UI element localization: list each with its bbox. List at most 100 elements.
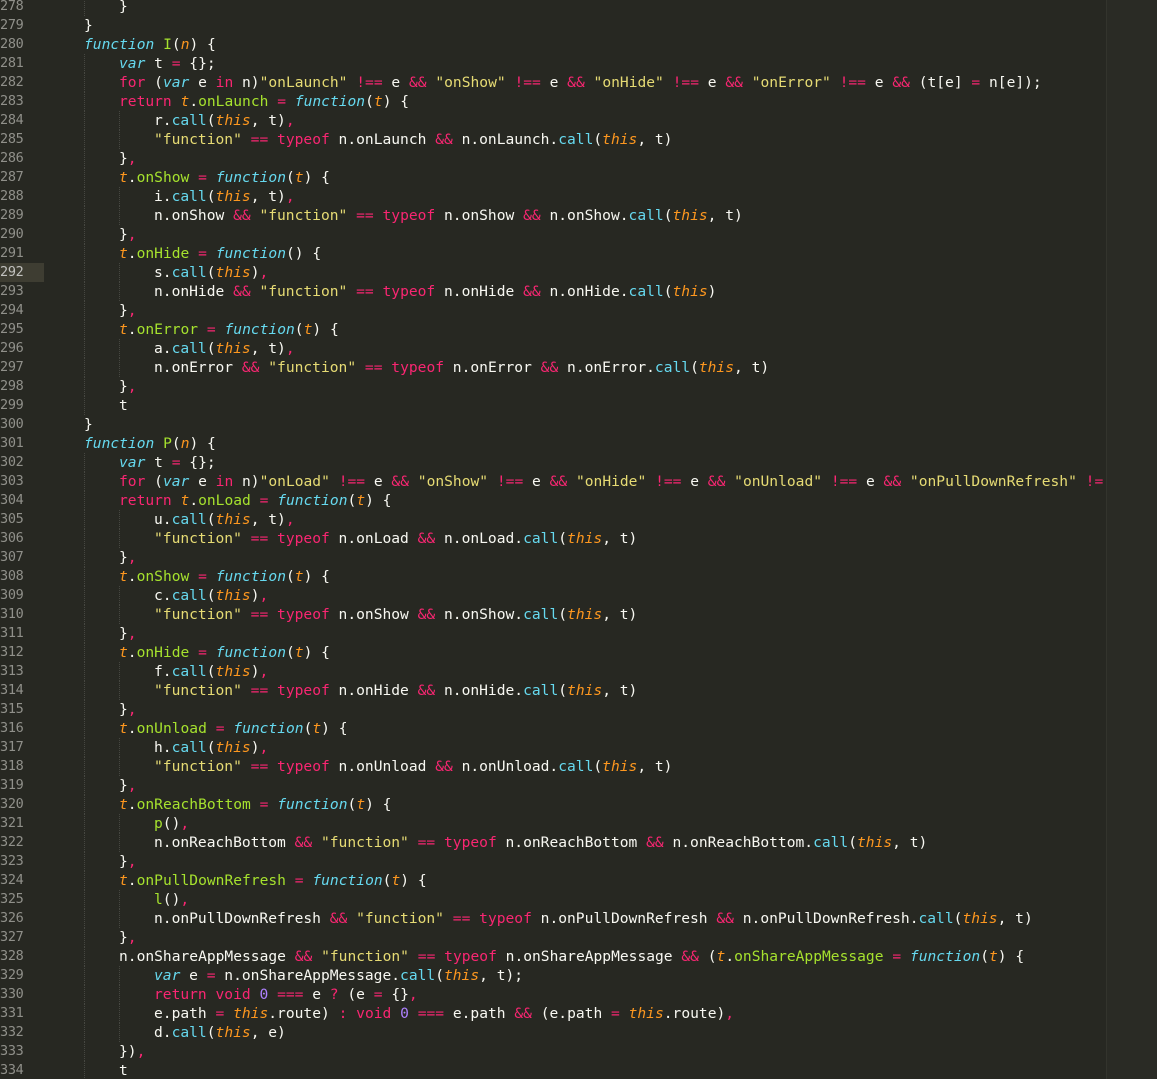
code-line[interactable]: t (119, 1061, 128, 1079)
code-line[interactable]: f.call(this), (154, 662, 268, 681)
indent-guide (84, 833, 85, 852)
code-line[interactable]: s.call(this), (154, 263, 268, 282)
code-line[interactable]: }, (119, 624, 137, 643)
code-line[interactable]: t.onReachBottom = function(t) { (119, 795, 391, 814)
code-line[interactable]: "function" == typeof n.onShow && n.onSho… (154, 605, 637, 624)
code-line[interactable]: return void 0 === e ? (e = {}, (154, 985, 418, 1004)
code-line[interactable]: l(), (154, 890, 189, 909)
indent-guide (119, 662, 120, 681)
code-line[interactable]: p(), (154, 814, 189, 833)
code-token: n.onShow (154, 207, 234, 224)
code-editor[interactable]: 278 279 280 281 282 283 284 285 286 287 288 289 290 2… (0, 0, 1157, 1079)
code-line[interactable]: e.path = this.route) : void 0 === e.path… (154, 1004, 734, 1023)
code-line[interactable]: var e = n.onShareAppMessage.call(this, t… (154, 966, 523, 985)
code-line[interactable]: "function" == typeof n.onLaunch && n.onL… (154, 130, 672, 149)
code-token: && (391, 473, 409, 490)
code-token: function (294, 93, 366, 110)
code-line[interactable]: var t = {}; (119, 453, 216, 472)
code-line[interactable]: t.onError = function(t) { (119, 320, 339, 339)
code-line[interactable]: }, (119, 852, 137, 871)
code-line[interactable]: } (119, 0, 128, 16)
indent-guide (84, 358, 85, 377)
code-token: , (285, 340, 295, 357)
code-line[interactable]: t.onHide = function() { (119, 244, 321, 263)
code-line[interactable]: }, (119, 377, 137, 396)
code-line[interactable]: return t.onLaunch = function(t) { (119, 92, 409, 111)
minimap-scrollbar[interactable] (1106, 0, 1157, 1079)
code-line[interactable]: }, (119, 225, 137, 244)
code-token: ( (558, 682, 568, 699)
indent-guide (84, 472, 85, 491)
code-line[interactable]: u.call(this, t), (154, 510, 295, 529)
code-line[interactable]: }, (119, 700, 137, 719)
code-token: , (127, 302, 137, 319)
code-line[interactable]: c.call(this), (154, 586, 268, 605)
code-line[interactable]: }, (119, 301, 137, 320)
code-line[interactable]: n.onHide && "function" == typeof n.onHid… (154, 282, 716, 301)
code-line[interactable]: t.onPullDownRefresh = function(t) { (119, 871, 427, 890)
code-token: this (857, 834, 893, 851)
code-line[interactable]: h.call(this), (154, 738, 268, 757)
line-number: 332 (0, 1024, 24, 1040)
indent-guide (119, 681, 120, 700)
code-token: , (127, 226, 137, 243)
code-line[interactable]: n.onShareAppMessage && "function" == typ… (119, 947, 1024, 966)
code-line[interactable]: var t = {}; (119, 54, 216, 73)
code-line[interactable]: t (119, 396, 128, 415)
code-line[interactable]: n.onPullDownRefresh && "function" == typ… (154, 909, 1033, 928)
code-token: l (154, 891, 163, 908)
code-token: ( (206, 264, 216, 281)
code-line[interactable]: t.onHide = function(t) { (119, 643, 330, 662)
code-token: ? (329, 986, 339, 1003)
code-line[interactable]: t.onShow = function(t) { (119, 567, 330, 586)
code-line[interactable]: d.call(this, e) (154, 1023, 286, 1042)
code-token: this (215, 511, 251, 528)
line-number-gutter[interactable]: 278 279 280 281 282 283 284 285 286 287 288 289 290 2… (0, 0, 44, 1079)
indent-guide (119, 833, 120, 852)
code-line[interactable]: a.call(this, t), (154, 339, 295, 358)
code-token: typeof (479, 910, 532, 927)
code-line[interactable]: for (var e in n)"onLoad" !== e && "onSho… (119, 472, 1103, 491)
indent-guide (119, 510, 120, 529)
code-token: call (558, 758, 594, 775)
code-line[interactable]: n.onReachBottom && "function" == typeof … (154, 833, 927, 852)
code-token: . (725, 948, 735, 965)
code-line[interactable]: } (84, 415, 93, 434)
code-token: call (523, 606, 559, 623)
code-line[interactable]: } (84, 16, 93, 35)
code-line[interactable]: }, (119, 548, 137, 567)
code-token: , t); (479, 967, 524, 984)
code-area[interactable]: }} function I(n) {var t = {}; for (var e i… (48, 0, 1107, 1079)
code-token: e (189, 74, 216, 91)
code-line[interactable]: return t.onLoad = function(t) { (119, 491, 391, 510)
code-line[interactable]: "function" == typeof n.onLoad && n.onLoa… (154, 529, 637, 548)
code-line[interactable]: function P(n) { (84, 434, 216, 453)
code-token: && (233, 207, 251, 224)
code-line[interactable]: for (var e in n)"onLaunch" !== e && "onS… (119, 73, 1042, 92)
code-token: call (171, 112, 207, 129)
code-token: this (628, 1005, 664, 1022)
code-line[interactable]: "function" == typeof n.onUnload && n.onU… (154, 757, 672, 776)
code-line[interactable]: function I(n) { (84, 35, 216, 54)
code-line[interactable]: }), (119, 1042, 145, 1061)
code-token: t (294, 169, 304, 186)
code-line[interactable]: i.call(this, t), (154, 187, 295, 206)
code-token: function (215, 245, 286, 262)
indent-guide (84, 301, 85, 320)
code-token: typeof (277, 131, 330, 148)
code-line[interactable]: "function" == typeof n.onHide && n.onHid… (154, 681, 637, 700)
code-line[interactable]: }, (119, 776, 137, 795)
code-line[interactable]: n.onError && "function" == typeof n.onEr… (154, 358, 769, 377)
code-line[interactable]: }, (119, 928, 137, 947)
code-line[interactable]: r.call(this, t), (154, 111, 295, 130)
code-line[interactable]: t.onUnload = function(t) { (119, 719, 348, 738)
code-line[interactable]: }, (119, 149, 137, 168)
code-line[interactable]: n.onShow && "function" == typeof n.onSho… (154, 206, 743, 225)
code-token: e.path (154, 1005, 216, 1022)
code-line[interactable]: t.onShow = function(t) { (119, 168, 330, 187)
